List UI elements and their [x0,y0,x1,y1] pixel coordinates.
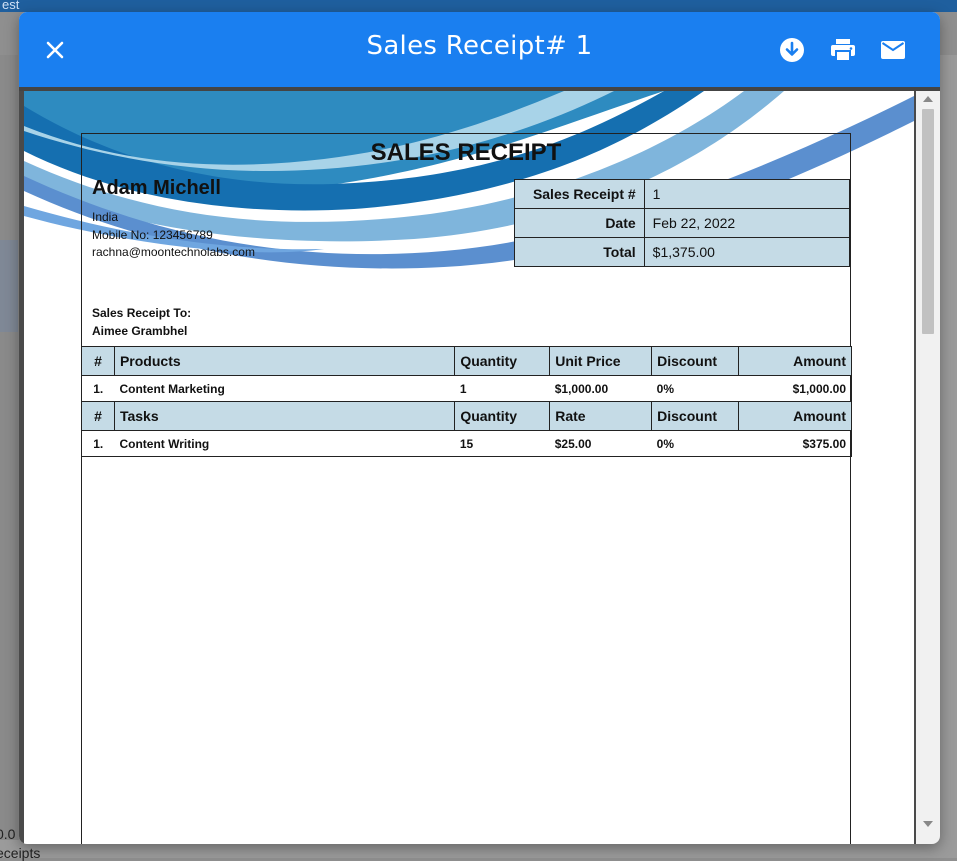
mail-icon [881,41,905,59]
line-items-table: # Products Quantity Unit Price Discount … [81,346,852,457]
download-icon [780,38,804,62]
col-header-amount: Amount [738,346,852,376]
cell-amount: $375.00 [738,430,852,457]
col-header-discount: Discount [651,346,740,376]
company-mobile: Mobile No: 123456789 [92,228,213,242]
cell-unit-price: $1,000.00 [549,375,652,402]
receipt-heading: SALES RECEIPT [370,139,562,166]
scroll-down-arrow-icon[interactable] [923,821,933,827]
scrollbar-thumb[interactable] [922,109,934,334]
tasks-header-row: # Tasks Quantity Rate Discount Amount [81,401,852,431]
cell-discount: 0% [651,375,739,402]
table-row: 1. Content Writing 15 $25.00 0% $375.00 [81,430,852,457]
background-bottom-value: 0.0 [0,826,16,842]
viewer-scrollbar[interactable] [916,91,940,844]
download-button[interactable] [776,34,808,66]
cell-task: Content Writing [114,430,455,457]
col-header-quantity: Quantity [454,346,551,376]
meta-value: 1 [643,179,851,209]
background-bottom-label: eceipts [0,845,41,861]
cell-rate: $25.00 [549,430,652,457]
company-email: rachna@moontechnolabs.com [92,245,255,259]
receipt-frame: SALES RECEIPT Adam Michell India Mobile … [81,133,852,844]
cell-discount: 0% [651,430,739,457]
dialog-header: Sales Receipt# 1 [19,12,940,87]
col-header-num: # [81,401,115,431]
products-header-row: # Products Quantity Unit Price Discount … [81,346,852,376]
cell-product: Content Marketing [114,375,455,402]
cell-num: 1. [81,375,115,402]
col-header-rate: Rate [549,401,653,431]
background-app-bar [0,0,957,12]
receipt-page: SALES RECEIPT Adam Michell India Mobile … [24,91,914,844]
print-button[interactable] [827,34,859,66]
meta-row: Total $1,375.00 [514,237,851,267]
scroll-up-arrow-icon[interactable] [923,96,933,102]
bill-to-label: Sales Receipt To: [92,306,192,320]
meta-value: Feb 22, 2022 [643,208,851,238]
email-button[interactable] [877,34,909,66]
col-header-num: # [81,346,115,376]
receipt-meta-table: Sales Receipt # 1 Date Feb 22, 2022 Tota… [514,179,851,267]
cell-num: 1. [81,430,115,457]
print-icon [831,39,855,62]
meta-label: Sales Receipt # [514,179,645,209]
company-country: India [92,210,119,224]
background-right-panel [940,55,957,858]
background-top-text: est [2,0,20,12]
col-header-discount: Discount [651,401,740,431]
cell-amount: $1,000.00 [738,375,852,402]
meta-value: $1,375.00 [643,237,851,267]
bill-to-name: Aimee Grambhel [92,324,188,338]
col-header-amount: Amount [738,401,852,431]
col-header-tasks: Tasks [113,401,456,431]
meta-label: Total [514,237,645,267]
table-row: 1. Content Marketing 1 $1,000.00 0% $1,0… [81,375,852,402]
meta-row: Date Feb 22, 2022 [514,208,851,238]
col-header-products: Products [113,346,456,376]
company-name: Adam Michell [92,177,221,199]
background-left-panel [0,55,18,858]
cell-quantity: 15 [454,430,550,457]
col-header-quantity: Quantity [454,401,551,431]
sales-receipt-dialog: Sales Receipt# 1 SALES RECEIPT Adam Mich… [19,12,940,844]
meta-label: Date [514,208,645,238]
col-header-unit-price: Unit Price [549,346,653,376]
cell-quantity: 1 [454,375,550,402]
meta-row: Sales Receipt # 1 [514,179,851,209]
pdf-viewer[interactable]: SALES RECEIPT Adam Michell India Mobile … [19,91,940,844]
